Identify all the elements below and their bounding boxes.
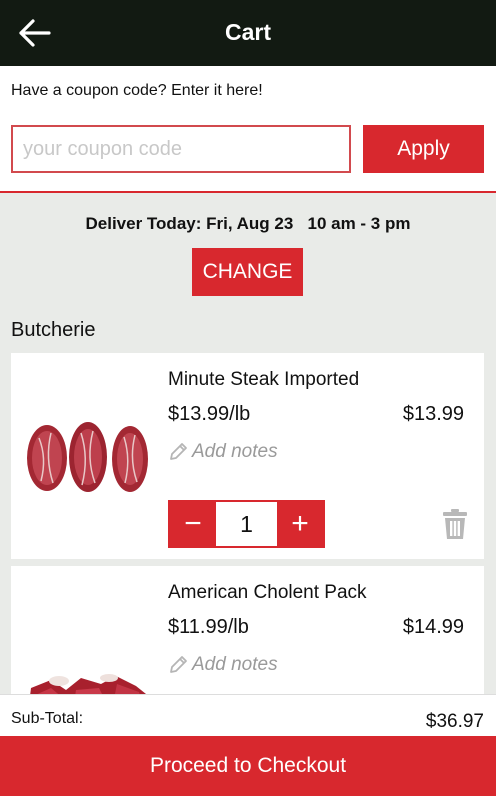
product-name[interactable]: American Cholent Pack [168, 582, 367, 604]
delete-item-button[interactable] [442, 508, 468, 545]
item-total: $14.99 [402, 616, 464, 638]
pencil-icon [170, 443, 187, 460]
decrease-quantity-button[interactable]: − [170, 502, 216, 546]
subtotal-label: Sub-Total: [11, 710, 84, 727]
product-image [27, 422, 148, 492]
unit-price: $13.99/lb [168, 403, 251, 425]
coupon-code-input[interactable] [11, 125, 351, 173]
store-section-title: Butcherie [11, 319, 96, 341]
page-title: Cart [224, 19, 271, 45]
add-notes-link[interactable]: Add notes [168, 654, 278, 676]
quantity-stepper: − 1 + [168, 500, 325, 548]
apply-button[interactable]: Apply [363, 125, 484, 173]
coupon-section: Have a coupon code? Enter it here! Apply [0, 66, 496, 193]
increase-quantity-button[interactable]: + [277, 502, 323, 546]
cart-item: Minute Steak Imported $13.99/lb $13.99 A… [11, 353, 484, 559]
proceed-to-checkout-button[interactable]: Proceed to Checkout [0, 736, 496, 796]
subtotal-bar: Sub-Total: $36.97 [0, 694, 496, 736]
header-bar: Cart [0, 0, 496, 66]
add-notes-label: Add notes [192, 441, 278, 462]
subtotal-value: $36.97 [425, 711, 484, 732]
add-notes-link[interactable]: Add notes [168, 441, 278, 463]
pencil-icon [170, 656, 187, 673]
coupon-prompt: Have a coupon code? Enter it here! [11, 82, 263, 99]
product-name[interactable]: Minute Steak Imported [168, 369, 359, 391]
trash-icon [443, 509, 467, 539]
delivery-time-text: Deliver Today: Fri, Aug 23 10 am - 3 pm [85, 214, 411, 233]
add-notes-label: Add notes [192, 654, 278, 675]
quantity-value: 1 [216, 502, 277, 546]
item-total: $13.99 [402, 403, 464, 425]
unit-price: $11.99/lb [168, 616, 249, 638]
change-delivery-button[interactable]: CHANGE [192, 248, 303, 296]
